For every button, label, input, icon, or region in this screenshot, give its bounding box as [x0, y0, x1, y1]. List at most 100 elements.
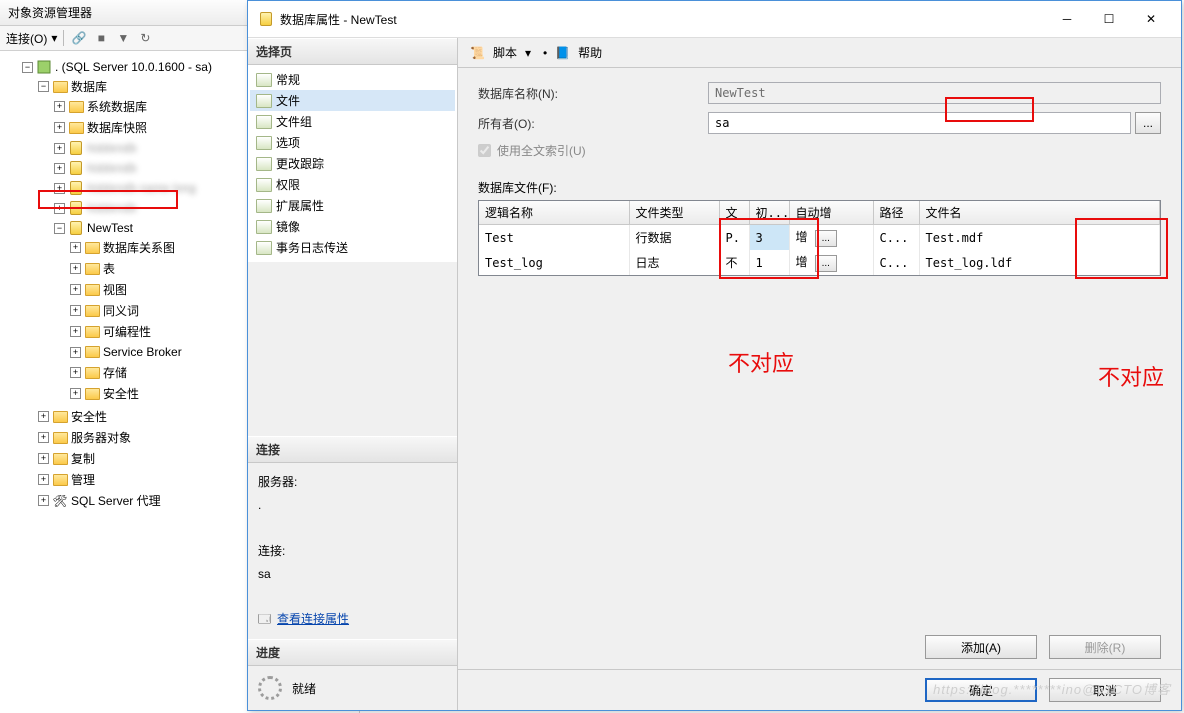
- expand-icon[interactable]: +: [70, 263, 81, 274]
- expand-icon[interactable]: +: [70, 367, 81, 378]
- cell-file[interactable]: Test.mdf: [919, 225, 1160, 251]
- grid-header-cell[interactable]: 文件名: [919, 201, 1160, 225]
- owner-input[interactable]: [708, 112, 1131, 134]
- tree-storage[interactable]: 存储: [103, 364, 127, 381]
- dialog-title-bar[interactable]: 数据库属性 - NewTest ─ ☐ ✕: [248, 1, 1181, 38]
- connect-button[interactable]: 连接(O): [6, 30, 47, 47]
- tree-databases[interactable]: 数据库: [71, 78, 107, 95]
- owner-browse-button[interactable]: ...: [1135, 112, 1161, 134]
- tree-server[interactable]: . (SQL Server 10.0.1600 - sa): [55, 60, 212, 74]
- add-button[interactable]: 添加(A): [925, 635, 1037, 659]
- cell-type[interactable]: 行数据: [629, 225, 719, 251]
- expand-icon[interactable]: +: [54, 143, 65, 154]
- script-button[interactable]: 脚本: [493, 44, 517, 61]
- tree-db-hidden[interactable]: hiddendb: [87, 161, 136, 175]
- close-button[interactable]: ✕: [1131, 7, 1171, 31]
- cell-grow[interactable]: 增 ...: [789, 250, 873, 275]
- dropdown-icon[interactable]: ▾: [525, 46, 531, 60]
- maximize-button[interactable]: ☐: [1089, 7, 1129, 31]
- tree-synonyms[interactable]: 同义词: [103, 302, 139, 319]
- page-item-2[interactable]: 文件组: [250, 111, 455, 132]
- grid-header-cell[interactable]: 自动增: [789, 201, 873, 225]
- expand-icon[interactable]: +: [38, 474, 49, 485]
- cell-fg[interactable]: P.: [719, 225, 749, 251]
- tree-db-hidden[interactable]: hiddendb name long: [87, 181, 196, 195]
- expand-icon[interactable]: +: [54, 183, 65, 194]
- tree-sb[interactable]: Service Broker: [103, 345, 182, 359]
- cell-logical[interactable]: Test_log: [479, 250, 629, 275]
- page-item-7[interactable]: 镜像: [250, 216, 455, 237]
- help-button[interactable]: 帮助: [578, 44, 602, 61]
- tree-serverobj[interactable]: 服务器对象: [71, 429, 131, 446]
- grow-browse-button[interactable]: ...: [815, 255, 837, 272]
- help-icon[interactable]: 📘: [555, 46, 570, 60]
- grid-header-cell[interactable]: 初...: [749, 201, 789, 225]
- cell-logical[interactable]: Test: [479, 225, 629, 251]
- expand-icon[interactable]: +: [70, 242, 81, 253]
- tree-dbsnap[interactable]: 数据库快照: [87, 119, 147, 136]
- cell-init[interactable]: 1: [749, 250, 789, 275]
- page-item-1[interactable]: 文件: [250, 90, 455, 111]
- cell-fg[interactable]: 不: [719, 250, 749, 275]
- filter-icon[interactable]: ▼: [114, 29, 132, 47]
- tree-diagrams[interactable]: 数据库关系图: [103, 239, 175, 256]
- expand-icon[interactable]: +: [54, 122, 65, 133]
- page-item-3[interactable]: 选项: [250, 132, 455, 153]
- collapse-icon[interactable]: −: [54, 223, 65, 234]
- grid-row[interactable]: Test_log日志不1增 ...C...Test_log.ldf: [479, 250, 1160, 275]
- tree-newtest[interactable]: NewTest: [87, 221, 133, 235]
- expand-icon[interactable]: +: [70, 388, 81, 399]
- page-item-6[interactable]: 扩展属性: [250, 195, 455, 216]
- tree-sysdb[interactable]: 系统数据库: [87, 98, 147, 115]
- link-icon[interactable]: 🔗: [70, 29, 88, 47]
- expand-icon[interactable]: +: [70, 305, 81, 316]
- script-icon[interactable]: 📜: [470, 46, 485, 60]
- dropdown-icon[interactable]: ▾: [51, 31, 57, 45]
- tree-db-hidden[interactable]: hiddendb: [87, 201, 136, 215]
- grid-header-cell[interactable]: 文: [719, 201, 749, 225]
- grid-header-cell[interactable]: 文件类型: [629, 201, 719, 225]
- minimize-button[interactable]: ─: [1047, 7, 1087, 31]
- collapse-icon[interactable]: −: [22, 62, 33, 73]
- grid-row[interactable]: Test行数据P.3增 ...C...Test.mdf: [479, 225, 1160, 251]
- grow-browse-button[interactable]: ...: [815, 230, 837, 247]
- tree-prog[interactable]: 可编程性: [103, 323, 151, 340]
- expand-icon[interactable]: +: [70, 326, 81, 337]
- expand-icon[interactable]: +: [54, 163, 65, 174]
- expand-icon[interactable]: +: [70, 347, 81, 358]
- view-connection-link[interactable]: 查看连接属性: [277, 608, 349, 631]
- collapse-icon[interactable]: −: [38, 81, 49, 92]
- grid-header-cell[interactable]: 路径: [873, 201, 919, 225]
- expand-icon[interactable]: +: [38, 411, 49, 422]
- progress-header: 进度: [248, 639, 457, 666]
- files-grid[interactable]: 逻辑名称文件类型文初...自动增路径文件名 Test行数据P.3增 ...C..…: [478, 200, 1161, 276]
- refresh-icon[interactable]: ↻: [136, 29, 154, 47]
- tree-security-db[interactable]: 安全性: [103, 385, 139, 402]
- grid-header-cell[interactable]: 逻辑名称: [479, 201, 629, 225]
- tree-views[interactable]: 视图: [103, 281, 127, 298]
- tree-db-hidden[interactable]: hiddendb: [87, 141, 136, 155]
- expand-icon[interactable]: +: [70, 284, 81, 295]
- expand-icon[interactable]: +: [38, 495, 49, 506]
- cell-grow[interactable]: 增 ...: [789, 225, 873, 251]
- expand-icon[interactable]: +: [38, 453, 49, 464]
- page-list[interactable]: 常规文件文件组选项更改跟踪权限扩展属性镜像事务日志传送: [248, 65, 457, 262]
- cell-path[interactable]: C...: [873, 250, 919, 275]
- tree-agent[interactable]: SQL Server 代理: [71, 492, 161, 509]
- cell-file[interactable]: Test_log.ldf: [919, 250, 1160, 275]
- cell-type[interactable]: 日志: [629, 250, 719, 275]
- expand-icon[interactable]: +: [38, 432, 49, 443]
- tree-security[interactable]: 安全性: [71, 408, 107, 425]
- tree-tables[interactable]: 表: [103, 260, 115, 277]
- page-item-4[interactable]: 更改跟踪: [250, 153, 455, 174]
- page-item-5[interactable]: 权限: [250, 174, 455, 195]
- page-item-8[interactable]: 事务日志传送: [250, 237, 455, 258]
- expand-icon[interactable]: +: [54, 203, 65, 214]
- cell-init[interactable]: 3: [749, 225, 789, 251]
- cell-path[interactable]: C...: [873, 225, 919, 251]
- tree-management[interactable]: 管理: [71, 471, 95, 488]
- tree-replication[interactable]: 复制: [71, 450, 95, 467]
- page-item-0[interactable]: 常规: [250, 69, 455, 90]
- stop-icon[interactable]: ■: [92, 29, 110, 47]
- expand-icon[interactable]: +: [54, 101, 65, 112]
